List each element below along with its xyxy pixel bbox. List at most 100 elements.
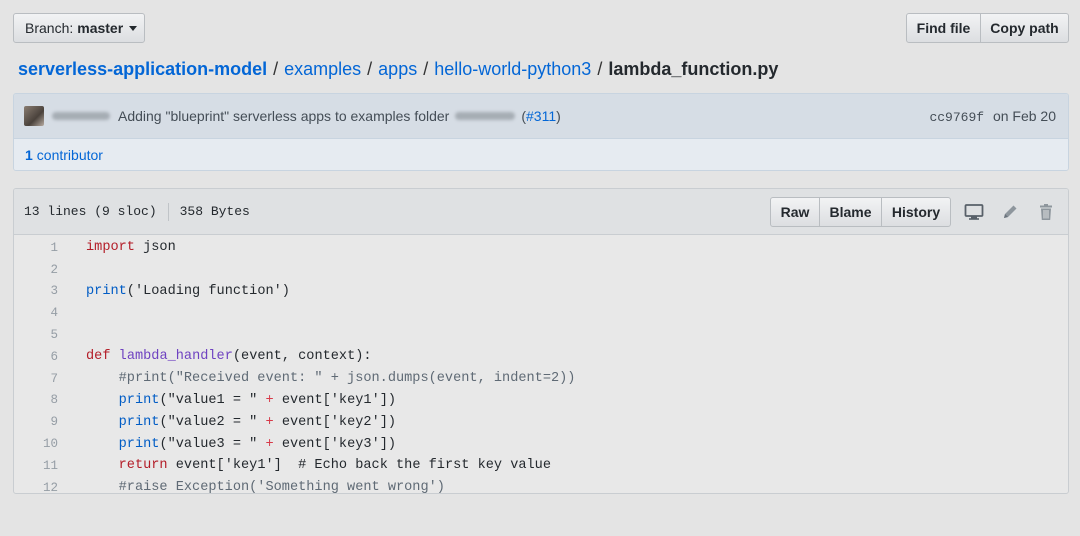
- file-info: 13 lines (9 sloc) 358 Bytes: [24, 202, 250, 221]
- file-nav-buttons: Find file Copy path: [906, 13, 1069, 43]
- line-content: print("value2 = " + event['key2']): [58, 415, 396, 430]
- code-token: ('Loading function'): [126, 283, 290, 299]
- code-token: print: [118, 392, 160, 408]
- code-token: def: [86, 349, 111, 365]
- code-token: #raise Exception('Something went wrong'): [86, 480, 445, 494]
- trash-icon[interactable]: [1034, 200, 1058, 224]
- line-content: print("value1 = " + event['key1']): [58, 393, 396, 408]
- pr-close-paren: ): [556, 108, 561, 124]
- code-token: (event, context):: [232, 349, 372, 365]
- contributors-count: 1: [25, 147, 33, 163]
- breadcrumb-separator: /: [273, 59, 279, 79]
- history-button[interactable]: History: [881, 196, 951, 227]
- file-viewer: 13 lines (9 sloc) 358 Bytes Raw Blame Hi…: [13, 188, 1069, 494]
- code-token: json: [134, 240, 176, 256]
- copy-path-button[interactable]: Copy path: [980, 13, 1069, 43]
- code-token: +: [265, 392, 274, 408]
- contributors-label: contributor: [36, 147, 103, 163]
- latest-commit: Adding "blueprint" serverless apps to ex…: [14, 94, 1068, 139]
- desktop-icon[interactable]: [962, 200, 986, 224]
- breadcrumb: serverless-application-model / examples …: [18, 57, 778, 81]
- contributors-row: 1 contributor: [14, 139, 1068, 170]
- line-number[interactable]: 8: [14, 393, 58, 407]
- code-token: event['key1']): [273, 392, 397, 408]
- line-content: print('Loading function'): [58, 284, 290, 299]
- code-line: 4: [14, 302, 1068, 324]
- line-number[interactable]: 7: [14, 372, 58, 386]
- find-file-button[interactable]: Find file: [906, 13, 981, 43]
- code-token: ("value3 = ": [159, 436, 266, 452]
- code-token: import: [86, 240, 135, 256]
- breadcrumb-repo-link[interactable]: serverless-application-model: [18, 57, 267, 81]
- file-actions: Raw Blame History: [770, 196, 1058, 227]
- breadcrumb-separator: /: [597, 59, 603, 79]
- line-number[interactable]: 11: [14, 459, 58, 473]
- line-content: def lambda_handler(event, context):: [58, 349, 372, 364]
- commit-message-link[interactable]: Adding "blueprint" serverless apps to ex…: [118, 108, 449, 124]
- file-lines-info: 13 lines (9 sloc): [24, 204, 157, 219]
- contributors-link[interactable]: 1 contributor: [25, 147, 103, 163]
- code-token: print: [118, 414, 160, 430]
- line-number[interactable]: 5: [14, 328, 58, 342]
- code-line: 6 def lambda_handler(event, context):: [14, 346, 1068, 368]
- author-avatar[interactable]: [24, 106, 44, 126]
- code-line: 9 print("value2 = " + event['key2']): [14, 411, 1068, 433]
- code-token: print: [86, 283, 127, 299]
- code-line: 5: [14, 324, 1068, 346]
- commit-sha-link[interactable]: cc9769f: [929, 110, 984, 125]
- line-content: #print("Received event: " + json.dumps(e…: [58, 371, 576, 387]
- code-token: +: [265, 436, 274, 452]
- line-content: print("value3 = " + event['key3']): [58, 437, 396, 452]
- code-token: #print("Received event: " + json.dumps(e…: [86, 371, 576, 387]
- breadcrumb-dir-hello-world-python3[interactable]: hello-world-python3: [434, 57, 591, 81]
- code-line: 3 print('Loading function'): [14, 281, 1068, 303]
- line-number[interactable]: 6: [14, 350, 58, 364]
- author-name-redacted: [52, 112, 110, 120]
- line-number[interactable]: 2: [14, 263, 58, 277]
- code-line: 1 import json: [14, 237, 1068, 259]
- line-number[interactable]: 9: [14, 415, 58, 429]
- code-line: 10 print("value3 = " + event['key3']): [14, 433, 1068, 455]
- commit-message: Adding "blueprint" serverless apps to ex…: [118, 108, 561, 124]
- blame-button[interactable]: Blame: [819, 196, 882, 227]
- code-listing: 1 import json 2 3 print('Loading function') 4…: [14, 235, 1068, 494]
- line-content: import json: [58, 240, 176, 255]
- code-token: event['key3']): [273, 436, 397, 452]
- line-number[interactable]: 4: [14, 306, 58, 320]
- file-info-divider: [167, 202, 169, 221]
- commit-date: on Feb 20: [992, 107, 1056, 124]
- pencil-icon[interactable]: [998, 200, 1022, 224]
- line-number[interactable]: 10: [14, 437, 58, 451]
- line-content: #raise Exception('Something went wrong'): [58, 480, 445, 494]
- code-token: event['key1'] # Echo back the first key …: [167, 458, 551, 474]
- code-line: 7 #print("Received event: " + json.dumps…: [14, 368, 1068, 390]
- breadcrumb-file-name: lambda_function.py: [608, 59, 779, 79]
- branch-select-button[interactable]: Branch: master: [13, 13, 145, 43]
- pull-request-link[interactable]: #311: [526, 108, 556, 124]
- code-token: ("value1 = ": [159, 392, 266, 408]
- file-size: 358 Bytes: [179, 204, 250, 219]
- code-line: 12 #raise Exception('Something went wron…: [14, 477, 1068, 494]
- code-line: 11 return event['key1'] # Echo back the …: [14, 455, 1068, 477]
- breadcrumb-separator: /: [367, 59, 373, 79]
- code-token: ("value2 = ": [159, 414, 266, 430]
- committer-name-redacted: [455, 112, 516, 120]
- line-number[interactable]: 1: [14, 241, 58, 255]
- commit-meta: cc9769f on Feb 20: [929, 108, 1056, 125]
- code-token: lambda_handler: [118, 349, 233, 365]
- breadcrumb-dir-examples[interactable]: examples: [284, 57, 361, 81]
- branch-value: master: [77, 20, 124, 36]
- breadcrumb-dir-apps[interactable]: apps: [378, 57, 417, 81]
- line-number[interactable]: 12: [14, 481, 58, 493]
- breadcrumb-separator: /: [423, 59, 429, 79]
- commit-info-box: Adding "blueprint" serverless apps to ex…: [13, 93, 1069, 171]
- branch-label: Branch:: [25, 20, 74, 36]
- raw-button[interactable]: Raw: [770, 196, 820, 227]
- line-content: return event['key1'] # Echo back the fir…: [58, 458, 551, 473]
- line-number[interactable]: 3: [14, 284, 58, 298]
